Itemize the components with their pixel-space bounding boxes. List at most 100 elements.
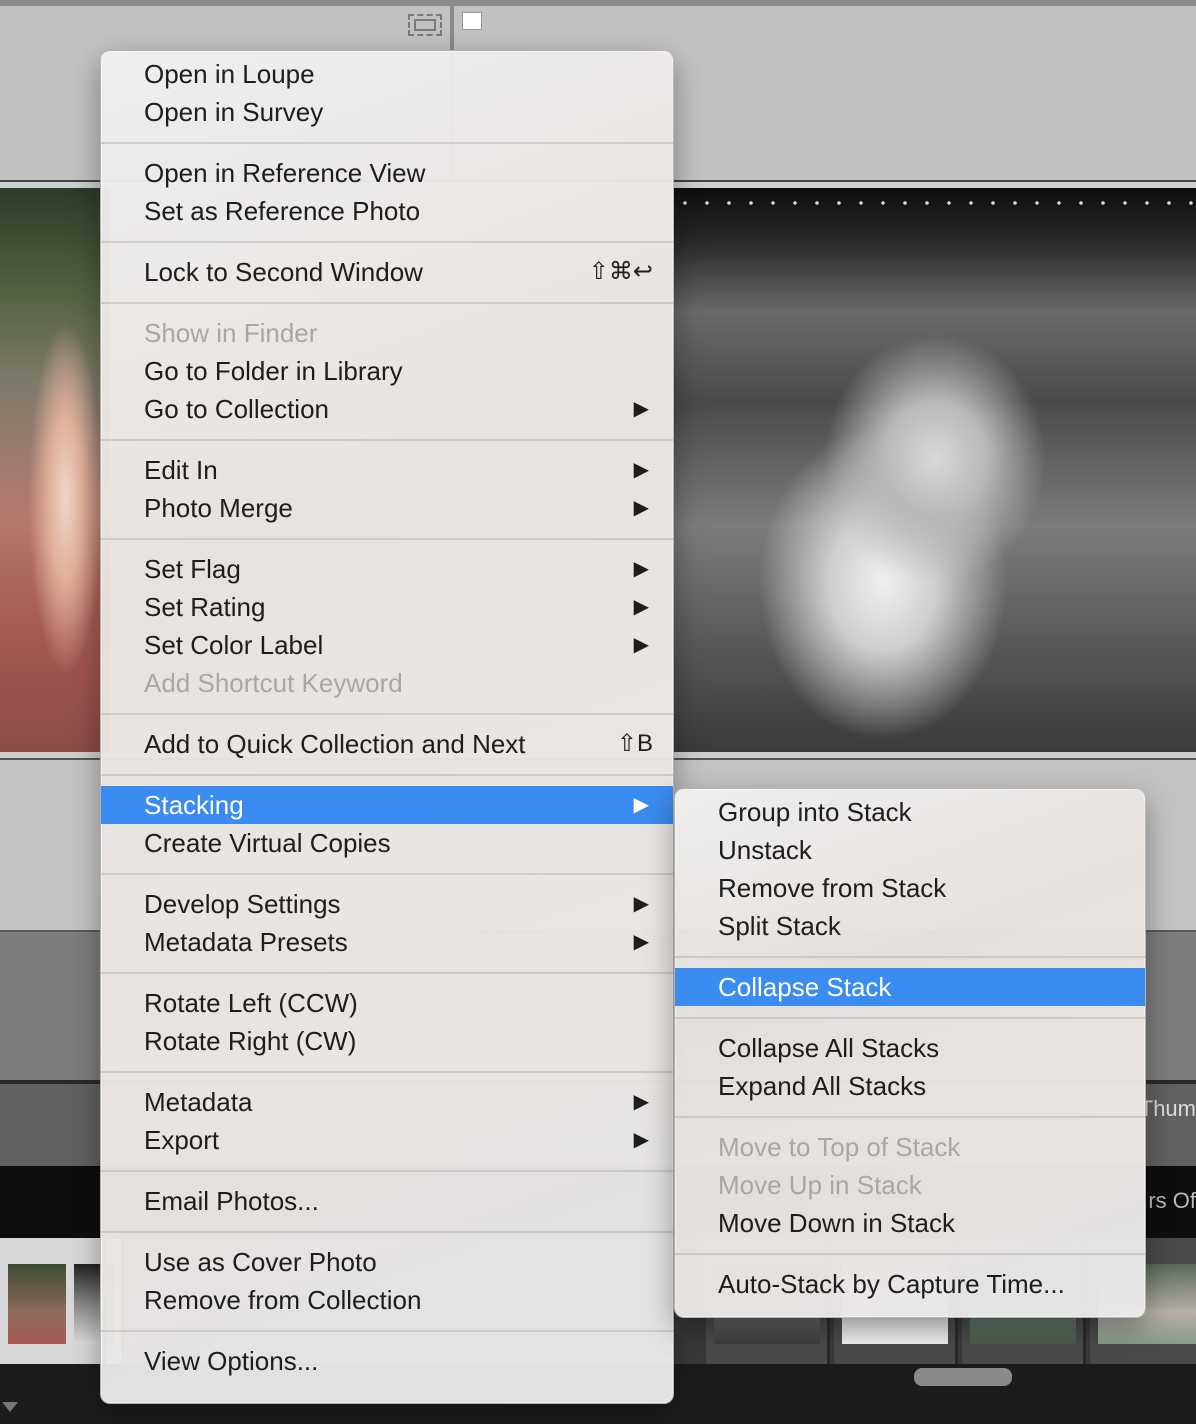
menu-separator <box>101 1071 673 1073</box>
menu-item-expand-all-stacks[interactable]: Expand All Stacks <box>675 1067 1145 1105</box>
filmstrip-thumbnail <box>74 1264 100 1344</box>
menu-item-label: Move Up in Stack <box>718 1170 922 1200</box>
menu-item-photo-merge[interactable]: Photo Merge ▶ <box>101 489 673 527</box>
menu-item-open-in-loupe[interactable]: Open in Loupe <box>101 55 673 93</box>
menu-item-use-as-cover-photo[interactable]: Use as Cover Photo <box>101 1243 673 1281</box>
menu-separator <box>101 1231 673 1233</box>
menu-item-auto-stack-by-capture-time[interactable]: Auto-Stack by Capture Time... <box>675 1265 1145 1303</box>
menu-item-open-in-survey[interactable]: Open in Survey <box>101 93 673 131</box>
menu-item-rotate-left-ccw[interactable]: Rotate Left (CCW) <box>101 984 673 1022</box>
filmstrip-scrollbar[interactable] <box>914 1368 1012 1386</box>
collapse-triangle-icon[interactable] <box>2 1402 18 1412</box>
menu-item-label: Move to Top of Stack <box>718 1132 961 1162</box>
menu-item-email-photos[interactable]: Email Photos... <box>101 1182 673 1220</box>
menu-item-metadata[interactable]: Metadata ▶ <box>101 1083 673 1121</box>
menu-item-create-virtual-copies[interactable]: Create Virtual Copies <box>101 824 673 862</box>
menu-item-stacking[interactable]: Stacking ▶ <box>101 786 673 824</box>
menu-item-rotate-right-cw[interactable]: Rotate Right (CW) <box>101 1022 673 1060</box>
menu-item-label: Move Down in Stack <box>718 1208 955 1238</box>
menu-item-label: Lock to Second Window <box>144 257 423 287</box>
menu-item-label: Use as Cover Photo <box>144 1247 377 1277</box>
menu-item-view-options[interactable]: View Options... <box>101 1342 673 1380</box>
flag-icon[interactable] <box>462 12 482 30</box>
filmstrip-info-label: rs Of <box>1148 1188 1196 1213</box>
photo-main[interactable] <box>674 188 1196 752</box>
menu-item-unstack[interactable]: Unstack <box>675 831 1145 869</box>
menu-item-move-to-top-of-stack: Move to Top of Stack <box>675 1128 1145 1166</box>
menu-item-label: Open in Loupe <box>144 59 315 89</box>
menu-separator <box>101 142 673 144</box>
menu-separator <box>101 713 673 715</box>
menu-item-remove-from-stack[interactable]: Remove from Stack <box>675 869 1145 907</box>
menu-item-label: Set Flag <box>144 554 241 584</box>
menu-item-label: Remove from Collection <box>144 1285 422 1315</box>
menu-separator <box>101 1170 673 1172</box>
stacking-submenu: Group into Stack Unstack Remove from Stack… <box>674 788 1146 1318</box>
menu-item-label: Metadata Presets <box>144 927 348 957</box>
menu-item-go-to-collection[interactable]: Go to Collection ▶ <box>101 390 673 428</box>
menu-item-label: Set Rating <box>144 592 266 622</box>
menu-item-label: Remove from Stack <box>718 873 947 903</box>
menu-item-label: Open in Survey <box>144 97 324 127</box>
thumbnails-label: Thum <box>1139 1096 1196 1121</box>
menu-item-set-as-reference-photo[interactable]: Set as Reference Photo <box>101 192 673 230</box>
menu-item-label: Add to Quick Collection and Next <box>144 729 526 759</box>
menu-item-move-down-in-stack[interactable]: Move Down in Stack <box>675 1204 1145 1242</box>
menu-item-metadata-presets[interactable]: Metadata Presets ▶ <box>101 923 673 961</box>
frame-view-icon[interactable] <box>408 14 442 36</box>
menu-item-label: Develop Settings <box>144 889 341 919</box>
menu-item-edit-in[interactable]: Edit In ▶ <box>101 451 673 489</box>
photo-left[interactable] <box>0 188 110 752</box>
menu-separator <box>675 1017 1145 1019</box>
menu-item-export[interactable]: Export ▶ <box>101 1121 673 1159</box>
menu-item-group-into-stack[interactable]: Group into Stack <box>675 793 1145 831</box>
menu-item-label: Rotate Right (CW) <box>144 1026 357 1056</box>
menu-item-label: Add Shortcut Keyword <box>144 668 403 698</box>
menu-separator <box>101 241 673 243</box>
menu-separator <box>101 774 673 776</box>
menu-item-label: Split Stack <box>718 911 841 941</box>
menu-separator <box>101 1330 673 1332</box>
menu-separator <box>675 956 1145 958</box>
submenu-arrow-icon: ▶ <box>633 398 649 420</box>
context-menu: Open in Loupe Open in Survey Open in Refer… <box>100 50 674 1404</box>
menu-item-label: Open in Reference View <box>144 158 426 188</box>
menu-item-label: View Options... <box>144 1346 319 1376</box>
menu-item-move-up-in-stack: Move Up in Stack <box>675 1166 1145 1204</box>
menu-item-lock-to-second-window[interactable]: Lock to Second Window ⇧⌘↩ <box>101 253 673 291</box>
menu-item-add-to-quick-collection-and-next[interactable]: Add to Quick Collection and Next ⇧B <box>101 725 673 763</box>
menu-item-set-rating[interactable]: Set Rating ▶ <box>101 588 673 626</box>
menu-item-split-stack[interactable]: Split Stack <box>675 907 1145 945</box>
menu-separator <box>675 1116 1145 1118</box>
shortcut-hint: ⇧⌘↩ <box>588 258 653 285</box>
menu-item-label: Group into Stack <box>718 797 912 827</box>
menu-separator <box>101 439 673 441</box>
menu-item-show-in-finder: Show in Finder <box>101 314 673 352</box>
menu-item-label: Set as Reference Photo <box>144 196 421 226</box>
menu-item-develop-settings[interactable]: Develop Settings ▶ <box>101 885 673 923</box>
submenu-arrow-icon: ▶ <box>633 634 649 656</box>
submenu-arrow-icon: ▶ <box>633 794 649 816</box>
menu-item-label: Show in Finder <box>144 318 318 348</box>
menu-separator <box>101 873 673 875</box>
menu-item-label: Unstack <box>718 835 812 865</box>
menu-item-label: Stacking <box>144 790 244 820</box>
submenu-arrow-icon: ▶ <box>633 893 649 915</box>
menu-item-go-to-folder-in-library[interactable]: Go to Folder in Library <box>101 352 673 390</box>
submenu-arrow-icon: ▶ <box>633 558 649 580</box>
photo-string-lights <box>674 196 1196 236</box>
top-rule <box>0 0 1196 6</box>
menu-item-label: Metadata <box>144 1087 253 1117</box>
menu-item-collapse-stack[interactable]: Collapse Stack <box>675 968 1145 1006</box>
menu-item-label: Set Color Label <box>144 630 324 660</box>
menu-item-remove-from-collection[interactable]: Remove from Collection <box>101 1281 673 1319</box>
shortcut-hint: ⇧B <box>616 730 653 757</box>
menu-item-label: Go to Folder in Library <box>144 356 403 386</box>
menu-item-set-flag[interactable]: Set Flag ▶ <box>101 550 673 588</box>
submenu-arrow-icon: ▶ <box>633 497 649 519</box>
menu-item-label: Collapse All Stacks <box>718 1033 940 1063</box>
menu-item-collapse-all-stacks[interactable]: Collapse All Stacks <box>675 1029 1145 1067</box>
menu-item-open-in-reference-view[interactable]: Open in Reference View <box>101 154 673 192</box>
menu-item-label: Collapse Stack <box>718 972 892 1002</box>
menu-item-set-color-label[interactable]: Set Color Label ▶ <box>101 626 673 664</box>
